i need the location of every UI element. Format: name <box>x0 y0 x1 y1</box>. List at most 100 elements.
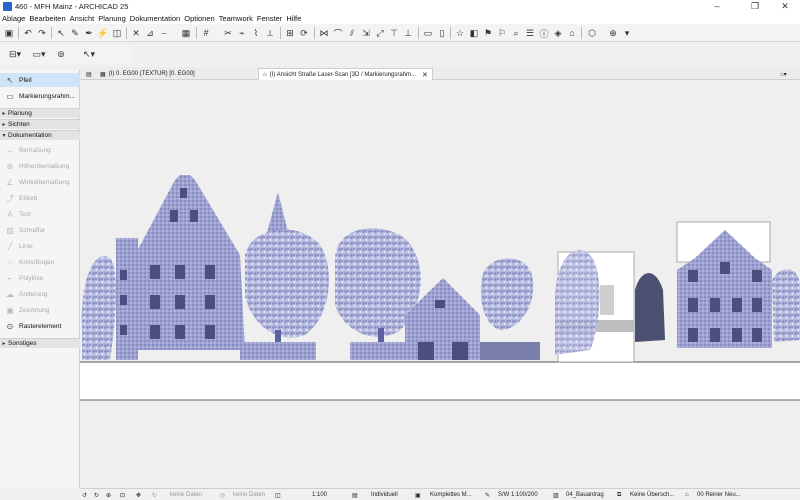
undo-icon[interactable]: ↶ <box>22 27 34 39</box>
geometry-method-icon[interactable]: ▭▾ <box>30 48 48 60</box>
resize-icon[interactable]: ⤢ <box>374 27 386 39</box>
pen-set-selector[interactable]: S/W 1:100/200 <box>498 490 538 500</box>
tab-elevation-label: (I) Ansicht Straße Laser-Scan [3D / Mark… <box>269 71 417 78</box>
minimize-button[interactable]: – <box>702 0 732 13</box>
menu-bearbeiten[interactable]: Bearbeiten <box>29 14 65 23</box>
menu-dokumentation[interactable]: Dokumentation <box>130 14 180 23</box>
building-gable-house <box>135 175 245 350</box>
tab-list-icon[interactable]: ▤ <box>82 68 96 80</box>
hash-grid-icon[interactable]: # <box>200 27 212 39</box>
label-icon[interactable]: ⌂ <box>566 27 578 39</box>
pointer-tool-icon[interactable]: ↖ <box>55 27 67 39</box>
group-icon[interactable]: ▭ <box>422 27 434 39</box>
element-info-icon[interactable]: ⓘ <box>538 27 550 39</box>
rotation-icon[interactable]: ⊚ <box>52 48 70 60</box>
menu-ablage[interactable]: Ablage <box>2 14 25 23</box>
drag-icon[interactable]: ⊞ <box>284 27 296 39</box>
elevation-canvas[interactable] <box>80 80 800 480</box>
section-sichten[interactable]: ▸ Sichten <box>0 119 80 129</box>
fillet-icon[interactable]: ⌒ <box>332 27 344 39</box>
magic-wand-icon[interactable]: ⚡ <box>97 27 109 39</box>
redo-zoom-icon[interactable]: ↻ <box>94 490 99 500</box>
tab-floorplan[interactable]: ▦ (I) 0. EG00 (TEXTUR) [0. EG00] <box>96 68 199 80</box>
favorites-icon[interactable]: ☆ <box>454 27 466 39</box>
layers-settings-icon[interactable]: ☰ <box>524 27 536 39</box>
stretch-icon[interactable]: ⇲ <box>360 27 372 39</box>
layout-selector[interactable]: 04_Bauantrag <box>566 490 604 500</box>
tab-elevation[interactable]: ⌂ (I) Ansicht Straße Laser-Scan [3D / Ma… <box>258 68 433 80</box>
snap-icon[interactable]: ✕ <box>130 27 142 39</box>
pan-icon[interactable]: ✥ <box>136 490 141 500</box>
mirror-icon[interactable]: ⋈ <box>318 27 330 39</box>
flag-icon[interactable]: ⚑ <box>482 27 494 39</box>
maximize-button[interactable]: ❐ <box>740 0 770 13</box>
menu-ansicht[interactable]: Ansicht <box>70 14 95 23</box>
section-planung[interactable]: ▸ Planung <box>0 108 80 118</box>
view-options-icon[interactable]: ⌂▾ <box>776 68 791 80</box>
close-tab-icon[interactable]: ✕ <box>422 71 428 79</box>
grid-snap-icon[interactable]: ▦ <box>180 27 192 39</box>
tool-linie[interactable]: ╱ Linie <box>0 239 80 253</box>
renovation-selector[interactable]: 00 Reiner Neu... <box>697 490 741 500</box>
distribute-icon[interactable]: ⊥ <box>402 27 414 39</box>
ungroup-icon[interactable]: ▯ <box>436 27 448 39</box>
split-icon[interactable]: ⌁ <box>236 27 248 39</box>
garden-wall <box>240 342 316 360</box>
tool-polylinie[interactable]: ⌐ Polylinie <box>0 271 80 285</box>
menu-planung[interactable]: Planung <box>98 14 126 23</box>
trim-icon[interactable]: ✂ <box>222 27 234 39</box>
navigate-icon[interactable]: ⊕ <box>607 27 619 39</box>
scale-selector[interactable]: 1:100 <box>312 490 327 500</box>
arrow-selection-icon[interactable]: ↖▾ <box>80 48 98 60</box>
close-button[interactable]: ✕ <box>770 0 800 13</box>
chevron-down-icon[interactable]: ▾ <box>621 27 633 39</box>
tool-aenderung[interactable]: ☁ Änderung <box>0 287 80 301</box>
menu-hilfe[interactable]: Hilfe <box>286 14 301 23</box>
rotate-view-icon[interactable]: ↻ <box>152 490 157 500</box>
tool-zeichnung[interactable]: ▣ Zeichnung <box>0 303 80 317</box>
redo-icon[interactable]: ↷ <box>36 27 48 39</box>
3d-style-icon[interactable]: ◈ <box>552 27 564 39</box>
tool-schraffur[interactable]: ▨ Schraffur <box>0 223 80 237</box>
section-dokumentation[interactable]: ▾ Dokumentation <box>0 130 80 140</box>
line-type-icon[interactable]: ⎯ <box>158 27 170 39</box>
trace-icon[interactable]: ◧ <box>468 27 480 39</box>
tool-winkelbemassung[interactable]: ∠ Winkelbemaßung <box>0 175 80 189</box>
tool-bemassung[interactable]: ↔ Bemaßung <box>0 143 80 157</box>
undo-zoom-icon[interactable]: ↺ <box>82 490 87 500</box>
layer-combo-selector[interactable]: Individuell <box>371 490 398 500</box>
view-tab-bar: ▤ ▦ (I) 0. EG00 (TEXTUR) [0. EG00] ⌂ (I)… <box>80 67 800 80</box>
arc-icon: ○ <box>7 257 13 267</box>
pick-up-icon[interactable]: ✎ <box>69 27 81 39</box>
zoom-icon[interactable]: ⊕ <box>106 490 111 500</box>
inject-icon[interactable]: ✒ <box>83 27 95 39</box>
align-icon[interactable]: ⊤ <box>388 27 400 39</box>
find-select-icon[interactable]: ⌕ <box>510 27 522 39</box>
model-view-selector[interactable]: Komplettes M... <box>430 490 472 500</box>
tool-arrow[interactable]: ↖ Pfeil <box>0 73 80 87</box>
adjust-icon[interactable]: ⌇ <box>250 27 262 39</box>
guide-line-icon[interactable]: ⊿ <box>144 27 156 39</box>
menu-fenster[interactable]: Fenster <box>257 14 282 23</box>
tool-rasterelement[interactable]: ⊙ Rasterelement <box>0 319 80 333</box>
section-sonstiges-label: Sonstiges <box>8 340 37 347</box>
tool-text[interactable]: A Text <box>0 207 80 221</box>
layer-icon[interactable]: ◫ <box>111 27 123 39</box>
tool-hoehenbemassung[interactable]: ⊕ Höhenbemaßung <box>0 159 80 173</box>
menu-optionen[interactable]: Optionen <box>184 14 214 23</box>
tool-kreis-bogen[interactable]: ○ Kreis/Bogen <box>0 255 80 269</box>
menu-teamwork[interactable]: Teamwork <box>219 14 253 23</box>
section-sonstiges[interactable]: ▸ Sonstiges <box>0 338 80 348</box>
fit-icon[interactable]: ⊡ <box>120 490 125 500</box>
offset-icon[interactable]: ⫽ <box>346 27 358 39</box>
rotate-icon[interactable]: ⟳ <box>298 27 310 39</box>
tool-etikett[interactable]: ⤴ Etikett <box>0 191 80 205</box>
polyline-icon: ⌐ <box>7 273 13 283</box>
tool-marquee[interactable]: ▭ Markierungsrahm... <box>0 89 80 103</box>
intersect-icon[interactable]: ⟂ <box>264 27 276 39</box>
pen-settings-icon[interactable]: ⊟▾ <box>6 48 24 60</box>
save-icon[interactable]: ▣ <box>3 27 15 39</box>
3d-view-icon[interactable]: ⬡ <box>586 27 598 39</box>
override-selector[interactable]: Keine Übersch... <box>630 490 674 500</box>
marker-icon[interactable]: ⚐ <box>496 27 508 39</box>
